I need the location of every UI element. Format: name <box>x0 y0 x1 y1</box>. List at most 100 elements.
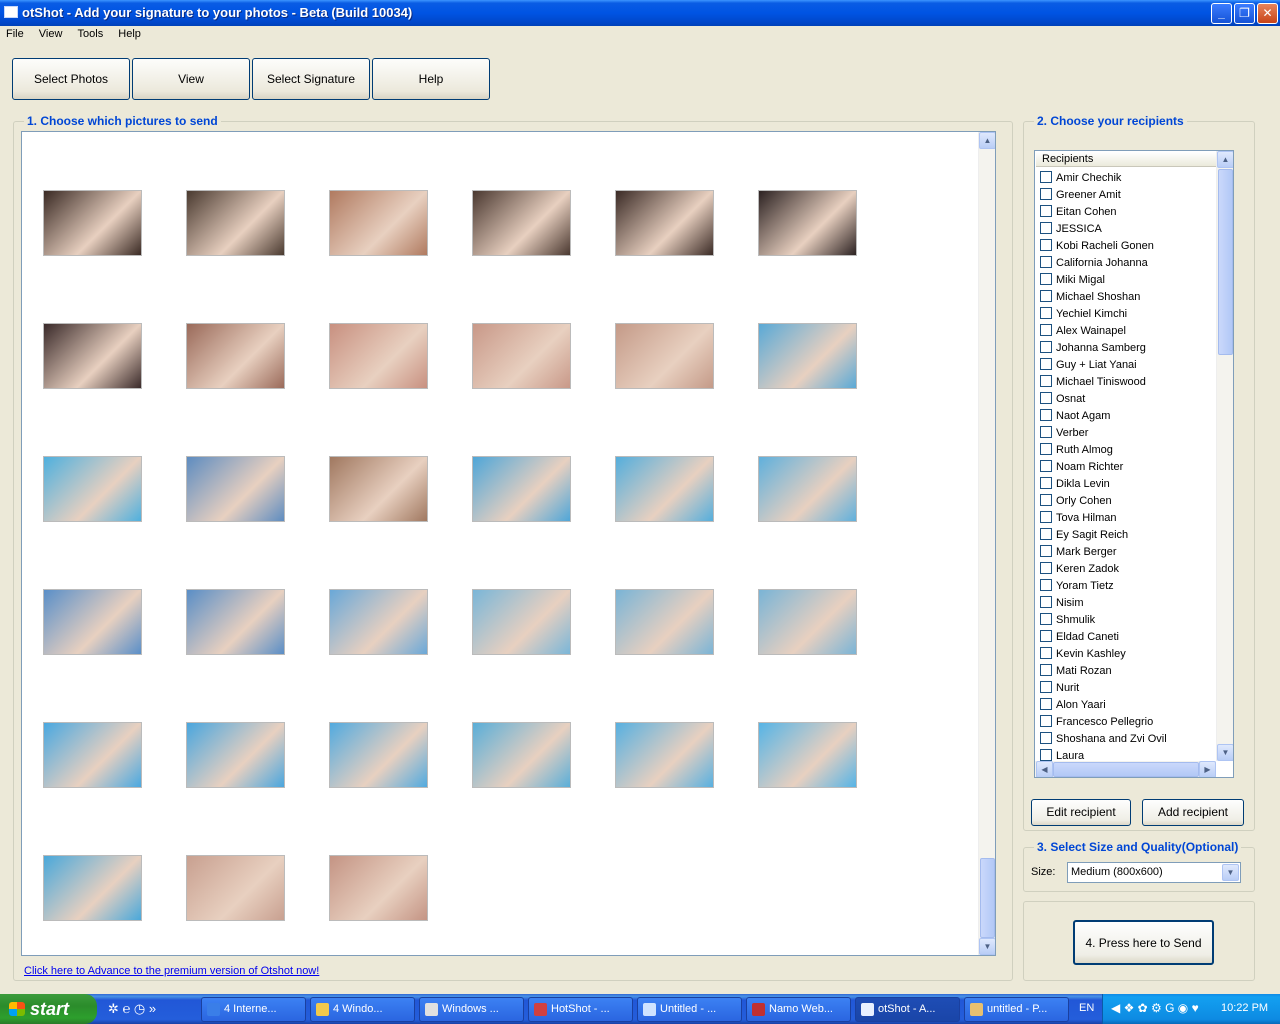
photo-thumbnail[interactable] <box>329 323 428 389</box>
premium-link[interactable]: Click here to Advance to the premium ver… <box>24 965 319 977</box>
recipient-item[interactable]: Mark Berger <box>1040 544 1216 561</box>
recipient-checkbox[interactable] <box>1040 698 1052 710</box>
recipient-item[interactable]: Mati Rozan <box>1040 663 1216 680</box>
photo-thumbnail[interactable] <box>615 323 714 389</box>
photo-thumbnail[interactable] <box>43 855 142 921</box>
recipient-checkbox[interactable] <box>1040 205 1052 217</box>
recipient-item[interactable]: Kobi Racheli Gonen <box>1040 238 1216 255</box>
taskbar-task[interactable]: 4 Interne... <box>201 997 306 1022</box>
recipient-item[interactable]: Eldad Caneti <box>1040 629 1216 646</box>
recipient-checkbox[interactable] <box>1040 596 1052 608</box>
recipient-checkbox[interactable] <box>1040 239 1052 251</box>
recipient-item[interactable]: Nurit <box>1040 680 1216 697</box>
chevron-down-icon[interactable]: ▼ <box>1222 864 1239 881</box>
recipient-checkbox[interactable] <box>1040 307 1052 319</box>
photo-thumbnail[interactable] <box>758 722 857 788</box>
photo-thumbnail[interactable] <box>758 190 857 256</box>
scroll-down-button[interactable]: ▼ <box>979 938 995 955</box>
photo-thumbnail[interactable] <box>186 722 285 788</box>
recipient-checkbox[interactable] <box>1040 647 1052 659</box>
close-button[interactable]: ✕ <box>1257 3 1278 24</box>
recipient-item[interactable]: Orly Cohen <box>1040 493 1216 510</box>
recipient-item[interactable]: Greener Amit <box>1040 187 1216 204</box>
photo-thumbnail[interactable] <box>186 323 285 389</box>
menu-file[interactable]: File <box>0 26 30 40</box>
recipient-checkbox[interactable] <box>1040 562 1052 574</box>
recipients-scrollbar[interactable]: ▲ ▼ <box>1216 151 1233 761</box>
recipient-checkbox[interactable] <box>1040 426 1052 438</box>
photo-thumbnail[interactable] <box>186 855 285 921</box>
recip-hscrollbar[interactable]: ◀ ▶ <box>1035 761 1216 777</box>
send-button[interactable]: 4. Press here to Send <box>1073 920 1214 965</box>
taskbar-task[interactable]: Namo Web... <box>746 997 851 1022</box>
photo-thumbnail[interactable] <box>615 589 714 655</box>
recipient-item[interactable]: Guy + Liat Yanai <box>1040 357 1216 374</box>
recipient-item[interactable]: Noam Richter <box>1040 459 1216 476</box>
photo-thumbnail[interactable] <box>615 722 714 788</box>
recipient-checkbox[interactable] <box>1040 290 1052 302</box>
recipient-item[interactable]: JESSICA <box>1040 221 1216 238</box>
recipient-item[interactable]: Miki Migal <box>1040 272 1216 289</box>
maximize-button[interactable]: ❐ <box>1234 3 1255 24</box>
recipient-item[interactable]: Alon Yaari <box>1040 697 1216 714</box>
add-recipient-button[interactable]: Add recipient <box>1142 799 1244 826</box>
menu-view[interactable]: View <box>33 26 69 40</box>
photo-thumbnail[interactable] <box>472 589 571 655</box>
menu-help[interactable]: Help <box>112 26 147 40</box>
photo-thumbnail[interactable] <box>43 323 142 389</box>
photo-thumbnail[interactable] <box>186 190 285 256</box>
taskbar-task[interactable]: Windows ... <box>419 997 524 1022</box>
recipient-checkbox[interactable] <box>1040 358 1052 370</box>
recipient-checkbox[interactable] <box>1040 664 1052 676</box>
recipient-item[interactable]: California Johanna <box>1040 255 1216 272</box>
recipient-item[interactable]: Osnat <box>1040 391 1216 408</box>
recipient-item[interactable]: Ey Sagit Reich <box>1040 527 1216 544</box>
taskbar-task[interactable]: 4 Windo... <box>310 997 415 1022</box>
photo-thumbnail[interactable] <box>615 456 714 522</box>
recipient-item[interactable]: Eitan Cohen <box>1040 204 1216 221</box>
photo-thumbnail[interactable] <box>472 722 571 788</box>
recipient-item[interactable]: Shoshana and Zvi Ovil <box>1040 731 1216 748</box>
tray-icons[interactable]: ◀ ❖ ✿ ⚙ G ◉ ♥ <box>1111 1001 1199 1015</box>
scroll-up-button[interactable]: ▲ <box>979 132 995 149</box>
photo-thumbnail[interactable] <box>472 190 571 256</box>
photo-thumbnail[interactable] <box>43 722 142 788</box>
recipient-checkbox[interactable] <box>1040 392 1052 404</box>
photo-thumbnail[interactable] <box>43 456 142 522</box>
recipient-checkbox[interactable] <box>1040 715 1052 727</box>
photo-thumbnail[interactable] <box>329 855 428 921</box>
recipients-column-header[interactable]: Recipients <box>1036 152 1216 167</box>
recipient-checkbox[interactable] <box>1040 341 1052 353</box>
language-indicator[interactable]: EN <box>1079 1002 1094 1014</box>
photo-thumbnail[interactable] <box>472 456 571 522</box>
photo-thumbnail[interactable] <box>329 589 428 655</box>
photo-thumbnail[interactable] <box>758 456 857 522</box>
recip-scroll-thumb[interactable] <box>1218 169 1233 355</box>
recipient-checkbox[interactable] <box>1040 732 1052 744</box>
recip-scroll-down-button[interactable]: ▼ <box>1217 744 1233 761</box>
recipient-item[interactable]: Tova Hilman <box>1040 510 1216 527</box>
help-button[interactable]: Help <box>372 58 490 100</box>
recipient-item[interactable]: Francesco Pellegrio <box>1040 714 1216 731</box>
quicklaunch-icons[interactable]: ✲ ℮ ◷ » <box>108 1001 156 1017</box>
recipient-item[interactable]: Amir Chechik <box>1040 170 1216 187</box>
recipient-item[interactable]: Dikla Levin <box>1040 476 1216 493</box>
recipient-checkbox[interactable] <box>1040 749 1052 761</box>
recipient-checkbox[interactable] <box>1040 375 1052 387</box>
taskbar-task[interactable]: otShot - A... <box>855 997 960 1022</box>
photo-thumbnail[interactable] <box>186 589 285 655</box>
recipient-checkbox[interactable] <box>1040 460 1052 472</box>
recipient-checkbox[interactable] <box>1040 613 1052 625</box>
recipient-checkbox[interactable] <box>1040 528 1052 540</box>
recipient-item[interactable]: Michael Tiniswood <box>1040 374 1216 391</box>
start-button[interactable]: start <box>0 994 97 1024</box>
recipient-item[interactable]: Shmulik <box>1040 612 1216 629</box>
scroll-thumb[interactable] <box>980 858 995 938</box>
recipient-item[interactable]: Alex Wainapel <box>1040 323 1216 340</box>
recip-hscroll-thumb[interactable] <box>1053 762 1199 777</box>
recipient-item[interactable]: Yechiel Kimchi <box>1040 306 1216 323</box>
recipient-item[interactable]: Michael Shoshan <box>1040 289 1216 306</box>
taskbar-task[interactable]: untitled - P... <box>964 997 1069 1022</box>
photo-thumbnail[interactable] <box>329 190 428 256</box>
recipient-checkbox[interactable] <box>1040 511 1052 523</box>
